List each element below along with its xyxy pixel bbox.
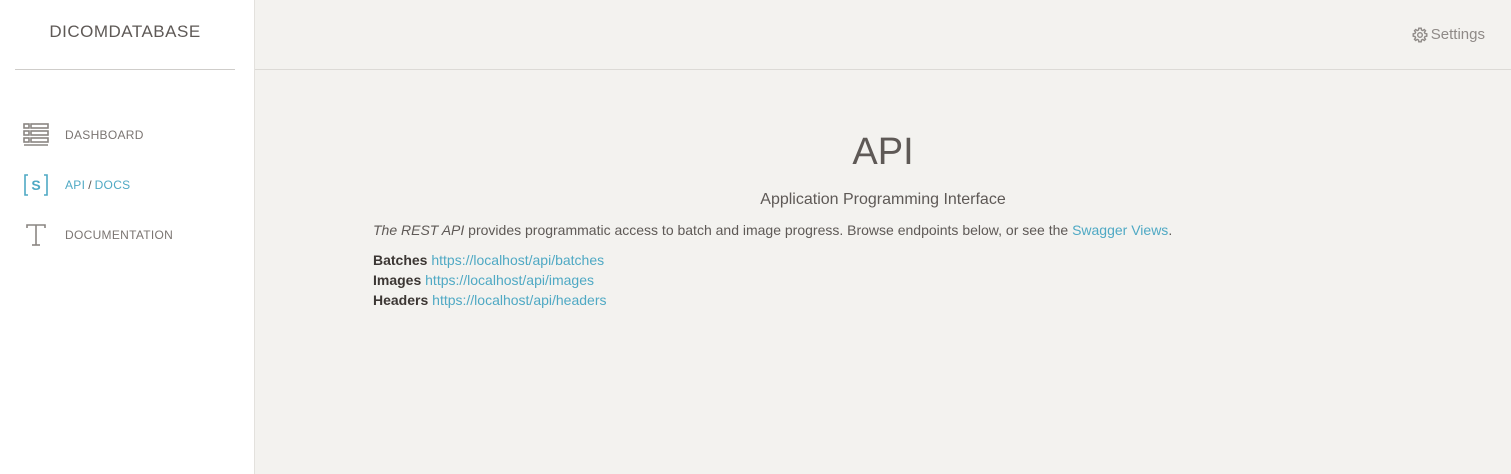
sidebar-item-dashboard[interactable]: DASHBOARD [0,110,254,160]
api-docs-separator: / [88,178,92,192]
app-root: DICOMDATABASE DASHBOARD S API / DOCS DOC… [0,0,1511,474]
swagger-bracket-icon: S [22,171,50,199]
page-title: API [852,131,914,173]
brand-title[interactable]: DICOMDATABASE [15,0,235,70]
sidebar: DICOMDATABASE DASHBOARD S API / DOCS DOC… [0,0,255,474]
intro-end: . [1168,222,1173,238]
endpoint-item-batches: Batches https://localhost/api/batches [373,250,1511,270]
endpoint-list: Batches https://localhost/api/batches Im… [373,250,1511,310]
page-subtitle: Application Programming Interface [760,191,1006,208]
endpoint-url-link[interactable]: https://localhost/api/batches [431,252,604,268]
intro-paragraph: The REST API provides programmatic acces… [373,222,1511,238]
endpoint-name: Headers [373,292,429,308]
intro-emphasis: The REST API [373,222,465,238]
dashboard-list-icon [22,121,50,149]
main-content: Settings API Application Programming Int… [255,0,1511,474]
endpoint-name: Images [373,272,422,288]
settings-button[interactable]: Settings [1412,26,1485,43]
sidebar-item-label: DASHBOARD [65,128,144,142]
top-bar: Settings [255,0,1511,70]
sidebar-item-documentation[interactable]: DOCUMENTATION [0,210,254,260]
api-section: API Application Programming Interface Th… [255,70,1511,310]
svg-text:S: S [31,177,40,193]
api-link[interactable]: API [65,178,85,192]
endpoint-item-images: Images https://localhost/api/images [373,270,1511,290]
settings-label: Settings [1430,26,1485,43]
sidebar-item-label: DOCUMENTATION [65,228,174,242]
endpoint-item-headers: Headers https://localhost/api/headers [373,290,1511,310]
sidebar-item-api-docs[interactable]: S API / DOCS [0,160,254,210]
docs-link[interactable]: DOCS [95,178,131,192]
sidebar-nav: DASHBOARD S API / DOCS DOCUMENTATION [0,70,254,260]
gear-icon [1412,27,1428,42]
endpoint-name: Batches [373,252,428,268]
endpoint-url-link[interactable]: https://localhost/api/images [425,272,594,288]
intro-text: provides programmatic access to batch an… [464,222,1073,238]
swagger-views-link[interactable]: Swagger Views [1072,222,1168,238]
text-t-icon [22,221,50,249]
endpoint-url-link[interactable]: https://localhost/api/headers [432,292,606,308]
